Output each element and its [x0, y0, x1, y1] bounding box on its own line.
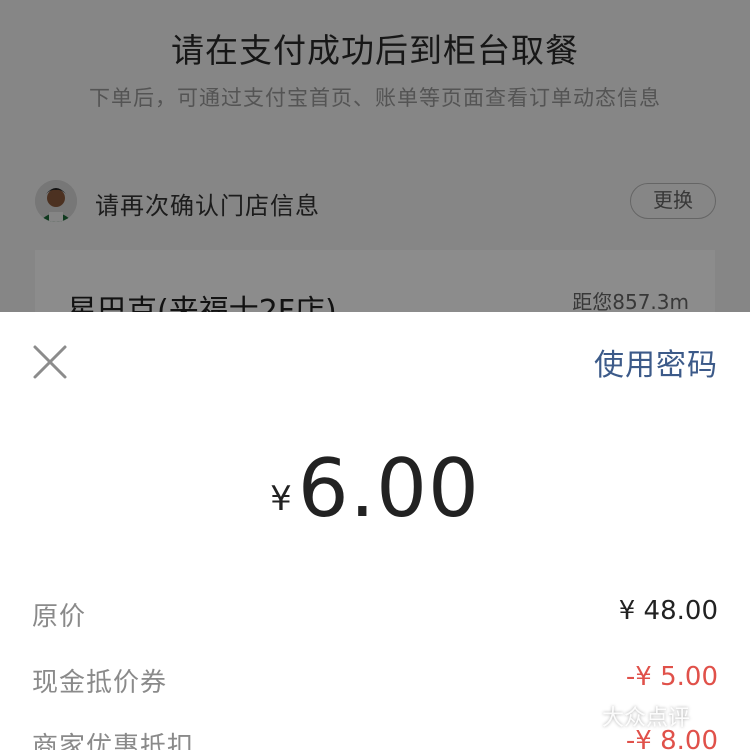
currency-symbol: ¥	[270, 479, 292, 519]
use-password-link[interactable]: 使用密码	[594, 340, 718, 384]
row-label: 现金抵价券	[32, 668, 168, 698]
row-value: ¥ 48.00	[618, 596, 718, 626]
watermark-text: 大众点评	[602, 706, 691, 731]
store-distance: 距您857.3m	[572, 290, 689, 314]
payment-sheet: 使用密码 ¥6.00 原价 ¥ 48.00 现金抵价券 -¥ 5.00 商家优惠…	[0, 312, 750, 750]
close-icon	[33, 345, 67, 379]
confirm-store-heading: 请再次确认门店信息	[95, 192, 320, 220]
payment-screen: 请在支付成功后到柜台取餐 下单后，可通过支付宝首页、账单等页面查看订单动态信息 …	[0, 0, 750, 750]
row-value: -¥ 5.00	[625, 662, 718, 692]
dianping-logo-icon	[576, 707, 594, 727]
order-page-background: 请在支付成功后到柜台取餐 下单后，可通过支付宝首页、账单等页面查看订单动态信息 …	[0, 0, 750, 340]
close-button[interactable]	[30, 342, 70, 382]
row-label: 原价	[32, 602, 87, 632]
dianping-watermark: 大众点评	[572, 700, 690, 732]
barista-avatar	[35, 180, 77, 222]
pickup-title: 请在支付成功后到柜台取餐	[171, 31, 579, 70]
change-store-button[interactable]: 更换	[630, 183, 716, 219]
payment-amount: ¥6.00	[0, 442, 750, 535]
amount-value: 6.00	[297, 442, 480, 535]
price-row-cash-coupon: 现金抵价券 -¥ 5.00	[32, 662, 718, 702]
pickup-subtitle: 下单后，可通过支付宝首页、账单等页面查看订单动态信息	[89, 86, 661, 110]
row-label: 商家优惠抵扣	[32, 732, 195, 750]
price-row-original: 原价 ¥ 48.00	[32, 596, 718, 636]
avatar-icon	[35, 180, 77, 222]
